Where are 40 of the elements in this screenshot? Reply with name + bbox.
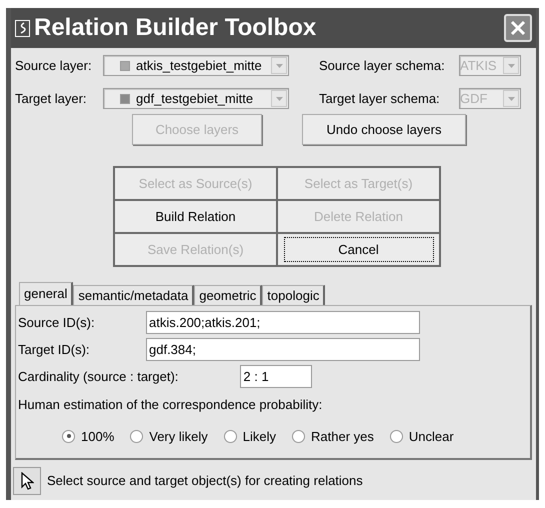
id-field[interactable]: atkis.200;atkis.201; [146, 311, 420, 334]
radio-button[interactable] [62, 430, 75, 443]
dropdown-value: atkis_testgebiet_mitte [136, 56, 263, 75]
relation-button[interactable]: Build Relation [115, 201, 276, 232]
tab[interactable]: topologic [262, 285, 326, 305]
dropdown-value: gdf_testgebiet_mitte [136, 90, 254, 108]
close-button[interactable] [504, 14, 532, 42]
field-label: Target ID(s): [17, 340, 91, 359]
probability-label: Human estimation of the correspondence probability: [17, 396, 324, 414]
relation-button[interactable]: Cancel [278, 234, 439, 265]
schema-label: Target layer schema: [318, 90, 441, 108]
tab[interactable]: semantic/metadata [73, 285, 194, 305]
id-field[interactable]: gdf.384; [146, 338, 420, 361]
dropdown-field[interactable]: atkis_testgebiet_mitte [103, 55, 289, 76]
dropdown-field[interactable]: gdf_testgebiet_mitte [103, 88, 289, 109]
radio-button[interactable] [224, 430, 237, 443]
schema-label: Source layer schema: [318, 56, 446, 75]
radio-button[interactable] [130, 430, 144, 443]
tab[interactable]: geometric [194, 285, 262, 305]
id-field[interactable]: 2 : 1 [240, 365, 312, 388]
radio-option[interactable]: Very likely [130, 426, 208, 446]
radio-button[interactable] [292, 430, 306, 443]
radio-option[interactable]: 100% [62, 426, 114, 446]
field-label: Source ID(s): [17, 314, 96, 332]
layer-label: Target layer: [14, 90, 88, 108]
radio-option[interactable]: Rather yes [292, 426, 374, 446]
radio-option[interactable]: Unclear [390, 426, 454, 446]
layer-label: Source layer: [14, 56, 93, 75]
layer-button[interactable]: Undo choose layers [302, 114, 466, 145]
radio-button[interactable] [390, 430, 403, 443]
close-icon [510, 20, 526, 36]
app-icon [15, 20, 30, 36]
dropdown-value: GDF [460, 90, 488, 108]
dropdown-value: ATKIS [460, 56, 498, 75]
radio-option[interactable]: Likely [224, 426, 276, 446]
window-title: Relation Builder Toolbox [34, 13, 318, 43]
status-text: Select source and target object(s) for creating relations [47, 472, 363, 490]
field-label: Cardinality (source : target): [17, 368, 178, 386]
tab[interactable]: general [19, 282, 74, 305]
pointer-icon [13, 467, 41, 495]
